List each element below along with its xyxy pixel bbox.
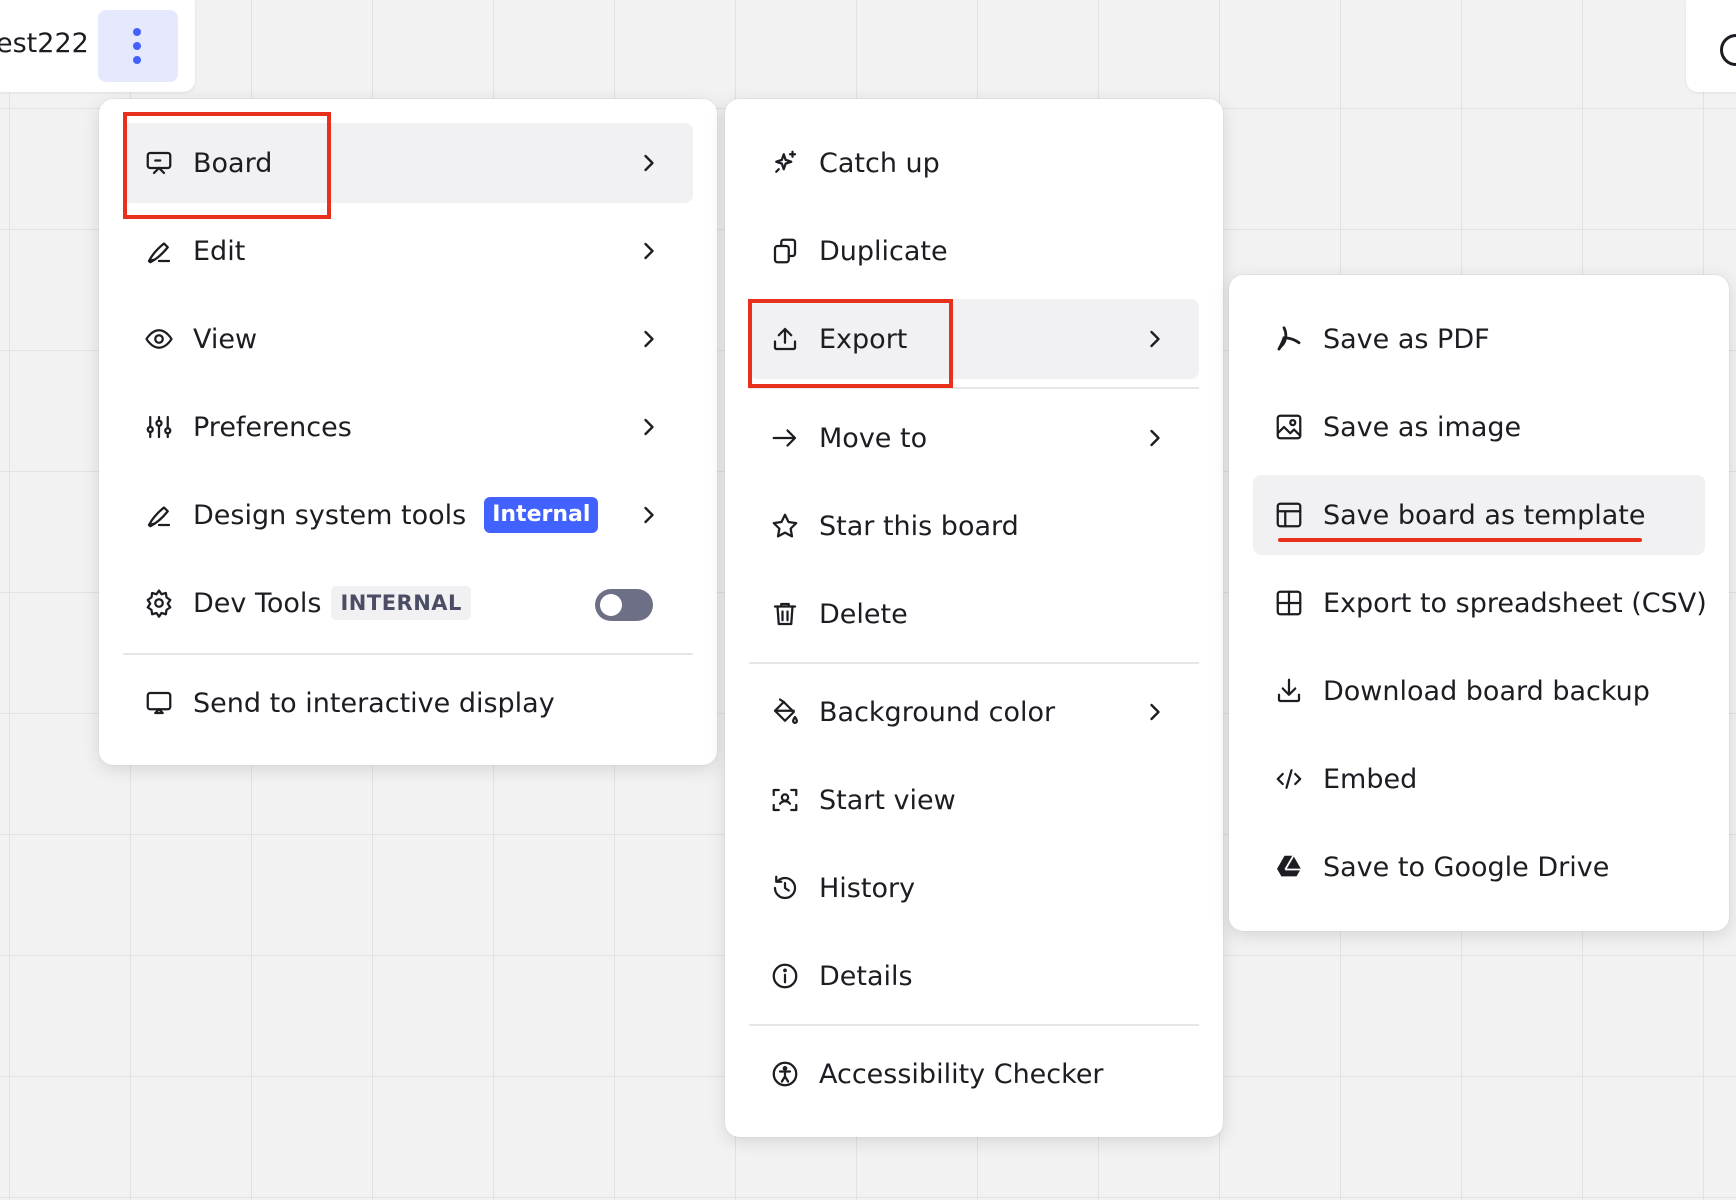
sparkle-icon (769, 147, 801, 179)
chevron-right-icon (644, 418, 654, 436)
board-name[interactable]: est222 (0, 28, 89, 59)
pen-icon (143, 499, 175, 531)
menu-item-save-as-pdf[interactable]: Save as PDF (1253, 299, 1705, 379)
menu-item-accessibility-checker[interactable]: Accessibility Checker (749, 1034, 1199, 1114)
menu-item-save-board-as-template[interactable]: Save board as template (1253, 475, 1705, 555)
top-right-toolbar (1686, 0, 1736, 92)
menu-item-edit[interactable]: Edit (123, 211, 693, 291)
menu-item-label: History (819, 872, 916, 904)
menu-item-delete[interactable]: Delete (749, 574, 1199, 654)
menu-item-label: Save to Google Drive (1323, 851, 1610, 883)
menu-item-save-to-google-drive[interactable]: Save to Google Drive (1253, 827, 1705, 907)
menu-item-export-csv[interactable]: Export to spreadsheet (CSV) (1253, 563, 1707, 643)
display-icon (143, 687, 175, 719)
more-dots-icon (133, 28, 141, 36)
board-more-menu-button[interactable] (98, 10, 178, 82)
board-title-bar: est222 (0, 0, 195, 92)
menu-item-background-color[interactable]: Background color (749, 672, 1199, 752)
menu-item-label: Preferences (193, 411, 352, 443)
chevron-right-icon (1150, 703, 1160, 721)
menu-item-label: Background color (819, 696, 1056, 728)
gear-icon (143, 587, 175, 619)
menu-item-design-system-tools[interactable]: Design system tools Internal (123, 475, 693, 555)
chevron-right-icon (644, 506, 654, 524)
menu-item-label: Duplicate (819, 235, 948, 267)
accessibility-icon (769, 1058, 801, 1090)
start-view-icon (769, 784, 801, 816)
menu-divider (749, 662, 1199, 664)
menu-item-label: Design system tools (193, 499, 467, 531)
download-icon (1273, 675, 1305, 707)
google-drive-icon (1273, 851, 1305, 883)
timer-icon[interactable] (1720, 34, 1736, 66)
menu-item-embed[interactable]: Embed (1253, 739, 1705, 819)
menu-item-history[interactable]: History (749, 848, 1199, 928)
menu-divider (749, 1024, 1199, 1026)
chevron-right-icon (644, 242, 654, 260)
menu-item-star[interactable]: Star this board (749, 486, 1199, 566)
internal-badge: INTERNAL (331, 586, 471, 620)
menu-item-view[interactable]: View (123, 299, 693, 379)
pdf-icon (1273, 323, 1305, 355)
menu-item-send-to-display[interactable]: Send to interactive display (123, 663, 693, 743)
menu-item-download-backup[interactable]: Download board backup (1253, 651, 1705, 731)
menu-item-label: Save board as template (1323, 499, 1646, 531)
menu-item-label: Save as image (1323, 411, 1522, 443)
menu-item-label: Send to interactive display (193, 687, 555, 719)
menu-item-catch-up[interactable]: Catch up (749, 123, 1199, 203)
internal-badge: Internal (484, 497, 599, 533)
arrow-right-icon (769, 422, 801, 454)
trash-icon (769, 598, 801, 630)
template-icon (1273, 499, 1305, 531)
menu-item-label: Embed (1323, 763, 1418, 795)
image-icon (1273, 411, 1305, 443)
menu-item-duplicate[interactable]: Duplicate (749, 211, 1199, 291)
menu-item-label: Move to (819, 422, 928, 454)
menu-item-label: Delete (819, 598, 908, 630)
dev-tools-toggle[interactable] (595, 589, 653, 621)
info-icon (769, 960, 801, 992)
grid-icon (1273, 587, 1305, 619)
pen-icon (143, 235, 175, 267)
menu-item-label: Edit (193, 235, 246, 267)
star-icon (769, 510, 801, 542)
menu-item-details[interactable]: Details (749, 936, 1199, 1016)
menu-item-start-view[interactable]: Start view (749, 760, 1199, 840)
chevron-right-icon (644, 330, 654, 348)
highlight-board (123, 112, 331, 219)
code-icon (1273, 763, 1305, 795)
chevron-right-icon (1150, 330, 1160, 348)
menu-item-label: View (193, 323, 258, 355)
board-actions-menu: Catch up Duplicate Export Move to Star t… (725, 99, 1223, 1137)
menu-item-dev-tools[interactable]: Dev Tools INTERNAL (123, 563, 693, 643)
menu-item-label: Start view (819, 784, 956, 816)
chevron-right-icon (1150, 429, 1160, 447)
menu-item-move-to[interactable]: Move to (749, 398, 1199, 478)
highlight-underline-template (1278, 538, 1642, 542)
highlight-export (748, 299, 953, 388)
menu-item-label: Download board backup (1323, 675, 1650, 707)
menu-item-preferences[interactable]: Preferences (123, 387, 693, 467)
chevron-right-icon (644, 154, 654, 172)
menu-item-label: Star this board (819, 510, 1019, 542)
menu-divider (123, 653, 693, 655)
paint-bucket-icon (769, 696, 801, 728)
history-icon (769, 872, 801, 904)
menu-item-label: Export to spreadsheet (CSV) (1323, 587, 1707, 619)
menu-item-label: Accessibility Checker (819, 1058, 1104, 1090)
export-submenu: Save as PDF Save as image Save board as … (1229, 275, 1729, 931)
eye-icon (143, 323, 175, 355)
menu-item-label: Catch up (819, 147, 940, 179)
menu-item-label: Details (819, 960, 913, 992)
menu-item-label: Dev Tools (193, 587, 322, 619)
duplicate-icon (769, 235, 801, 267)
menu-item-save-as-image[interactable]: Save as image (1253, 387, 1705, 467)
menu-item-label: Save as PDF (1323, 323, 1490, 355)
sliders-icon (143, 411, 175, 443)
